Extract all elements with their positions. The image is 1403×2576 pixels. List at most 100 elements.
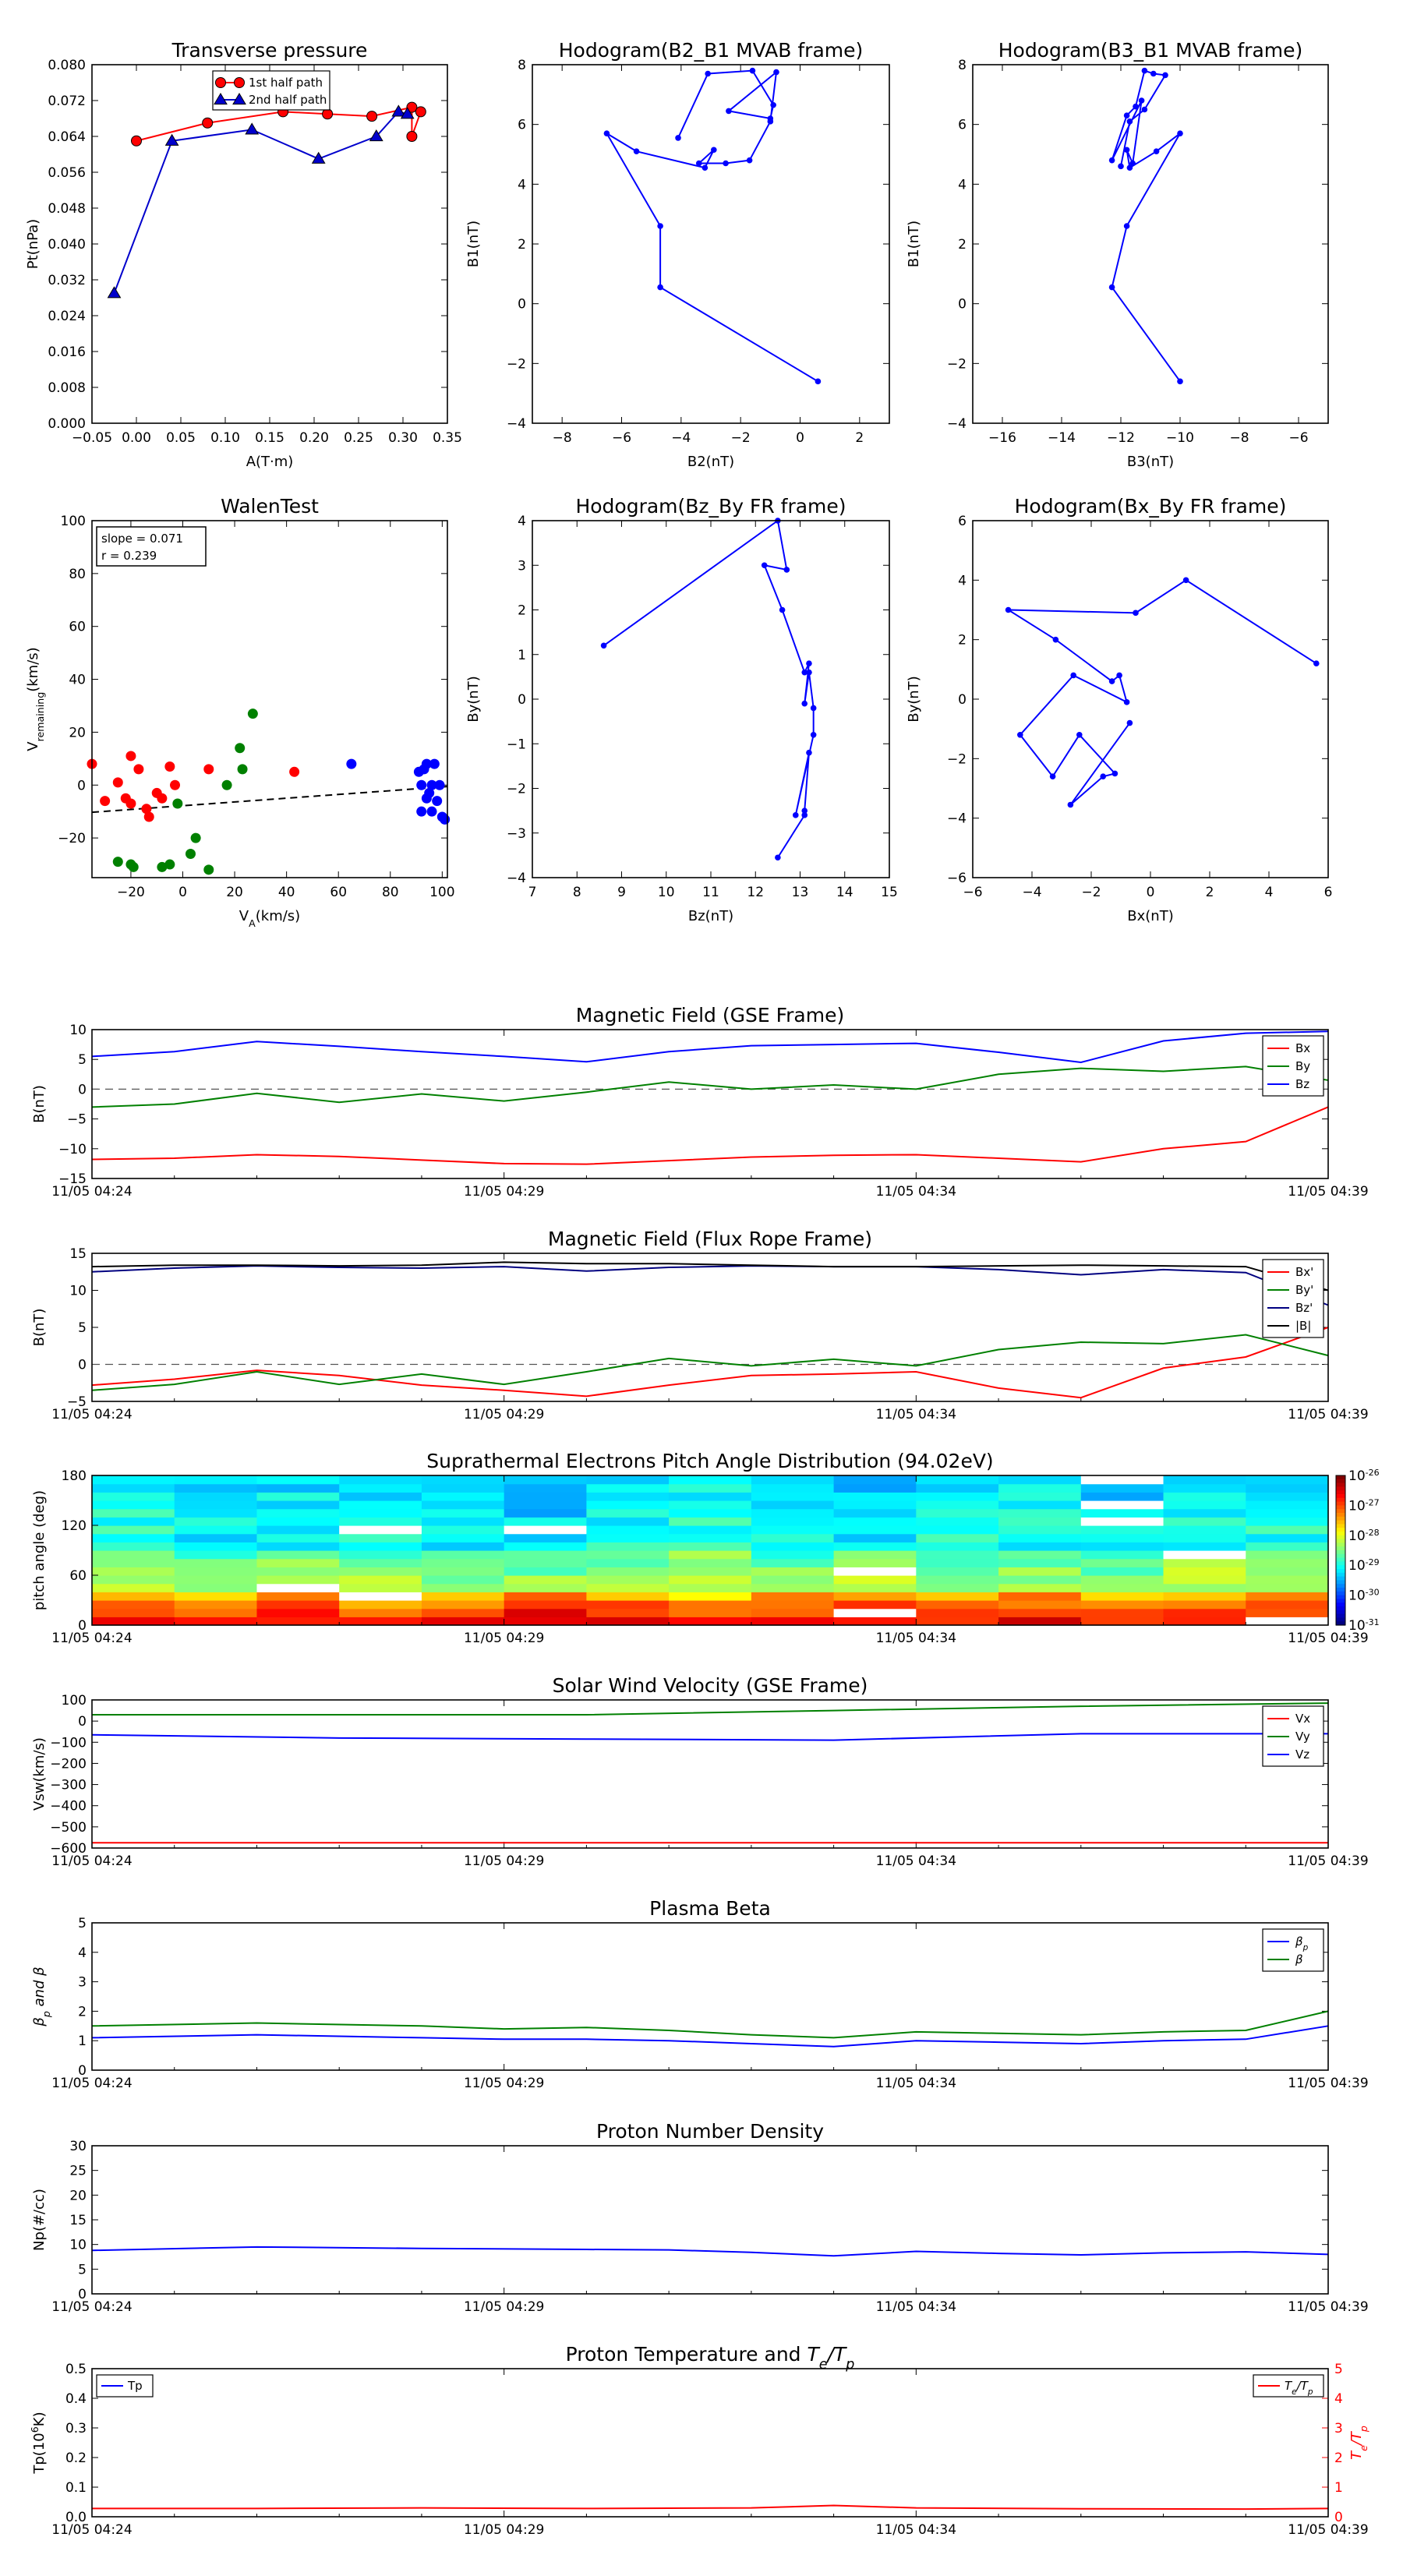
y-tick-label: −20: [58, 831, 86, 846]
chart-hfr1: Hodogram(Bz_By FR frame)7 8 9 10 11 12 13 14 15−…: [465, 495, 898, 924]
x-tick-label: 80: [382, 885, 399, 900]
x-tick-label: 11/05 04:34: [876, 2299, 956, 2315]
chart-title: Magnetic Field (Flux Rope Frame): [548, 1228, 872, 1250]
data-point: [1133, 610, 1139, 617]
x-tick-label: −6: [963, 885, 982, 900]
heatmap-cell: [669, 1617, 752, 1626]
heatmap-cell: [256, 1617, 340, 1626]
y-tick-label: 10: [69, 2238, 87, 2253]
heatmap-cell: [669, 1608, 752, 1617]
heatmap-cell: [669, 1592, 752, 1601]
heatmap-cell: [916, 1517, 999, 1526]
x-tick-label: 11/05 04:29: [464, 2522, 544, 2538]
heatmap-cell: [421, 1500, 505, 1510]
data-point: [746, 157, 753, 164]
data-point: [125, 798, 136, 809]
y-tick-label: 0: [78, 1714, 87, 1730]
chart-title: Magnetic Field (GSE Frame): [576, 1004, 844, 1027]
heatmap-cell: [1163, 1483, 1246, 1493]
x-tick-label: 11/05 04:29: [464, 1631, 544, 1646]
colorbar-step: [1336, 1482, 1345, 1487]
heatmap-cell: [751, 1508, 835, 1518]
heatmap-cell: [504, 1500, 587, 1510]
y-tick-label: 40: [69, 673, 86, 688]
chart-title: Suprathermal Electrons Pitch Angle Distr…: [426, 1450, 993, 1472]
heatmap-cell: [916, 1567, 999, 1576]
heatmap-cell: [998, 1533, 1082, 1542]
heatmap-cell: [92, 1525, 175, 1535]
heatmap-cell: [586, 1500, 670, 1510]
heatmap-cell: [256, 1517, 340, 1526]
x-tick-label: 11/05 04:24: [51, 2299, 132, 2315]
heatmap-cell: [1163, 1508, 1246, 1518]
series-line-1: [91, 1334, 1329, 1391]
heatmap-cell: [998, 1583, 1082, 1592]
colorbar-step: [1336, 1475, 1345, 1480]
heatmap-cell: [833, 1617, 917, 1626]
data-point: [1005, 606, 1012, 613]
data-point: [289, 766, 300, 777]
data-point: [1052, 636, 1059, 643]
heatmap-cell: [916, 1508, 999, 1518]
colorbar-step: [1336, 1606, 1345, 1611]
heatmap-cell: [1246, 1542, 1329, 1551]
chart-beta: Plasma Beta 11/05 04:24 11/05 04:29 11/05 0…: [31, 1897, 1369, 2091]
x-tick-label: −10: [1166, 430, 1194, 446]
heatmap-cell: [421, 1575, 505, 1585]
y-tick-label: 0.1: [65, 2480, 87, 2496]
heatmap-cell: [421, 1533, 505, 1542]
x-tick-label: 11/05 04:34: [876, 2522, 956, 2538]
heatmap-cell: [174, 1567, 258, 1576]
data-point: [1133, 103, 1139, 110]
heatmap-cell: [1246, 1600, 1329, 1610]
y-axis-label: B(nT): [31, 1085, 48, 1123]
x-tick-label: 10: [658, 885, 675, 900]
data-point: [203, 764, 214, 775]
data-point: [346, 758, 357, 769]
heatmap-cell: [998, 1492, 1082, 1501]
colorbar-step: [1336, 1490, 1345, 1495]
x-tick-label: 0.30: [388, 430, 418, 446]
y-tick-label: −4: [947, 416, 967, 432]
data-point: [1177, 378, 1183, 385]
heatmap-cell: [256, 1575, 340, 1585]
heatmap-cell: [833, 1592, 917, 1601]
heatmap-cell: [92, 1508, 175, 1518]
heatmap-cell: [174, 1575, 258, 1585]
heatmap-cell: [998, 1483, 1082, 1493]
legend-label: Vx: [1295, 1712, 1310, 1726]
colorbar-step: [1336, 1497, 1345, 1503]
series-line: [603, 519, 815, 858]
colorbar-step: [1336, 1550, 1345, 1555]
x-tick-label: −2: [731, 430, 751, 446]
chart-title: Hodogram(Bx_By FR frame): [1015, 495, 1287, 518]
y2-tick-label: 0: [1334, 2510, 1343, 2525]
x-tick-label: −8: [553, 430, 572, 446]
y-tick-label: 0.080: [48, 58, 86, 73]
heatmap-cell: [1246, 1475, 1329, 1485]
heatmap-cell: [421, 1558, 505, 1567]
y-tick-label: 0.048: [48, 201, 86, 217]
y-tick-label: 30: [69, 2139, 87, 2154]
plot-frame: [91, 1922, 1329, 2071]
heatmap-cell: [1080, 1475, 1164, 1485]
heatmap-cell: [1163, 1517, 1246, 1526]
legend-label: 2nd half path: [249, 93, 327, 107]
heatmap-cell: [1246, 1483, 1329, 1493]
legend-label: Bz': [1295, 1301, 1313, 1315]
y-tick-label: −600: [50, 1841, 87, 1857]
y-tick-label: 60: [69, 620, 86, 635]
x-tick-label: −20: [117, 885, 145, 900]
data-point: [1076, 732, 1083, 738]
colorbar-step: [1336, 1561, 1345, 1566]
annotation-text: r = 0.239: [101, 549, 157, 563]
series-0: [1108, 67, 1183, 385]
y-tick-label: −4: [507, 871, 526, 886]
data-point: [221, 779, 232, 790]
data-point: [164, 761, 175, 772]
data-point: [1313, 660, 1320, 666]
colorbar-label: 10-31: [1348, 1617, 1380, 1634]
data-point: [112, 777, 123, 788]
y-tick-label: 0: [78, 1358, 87, 1373]
x-tick-label: 11/05 04:39: [1288, 1853, 1368, 1869]
